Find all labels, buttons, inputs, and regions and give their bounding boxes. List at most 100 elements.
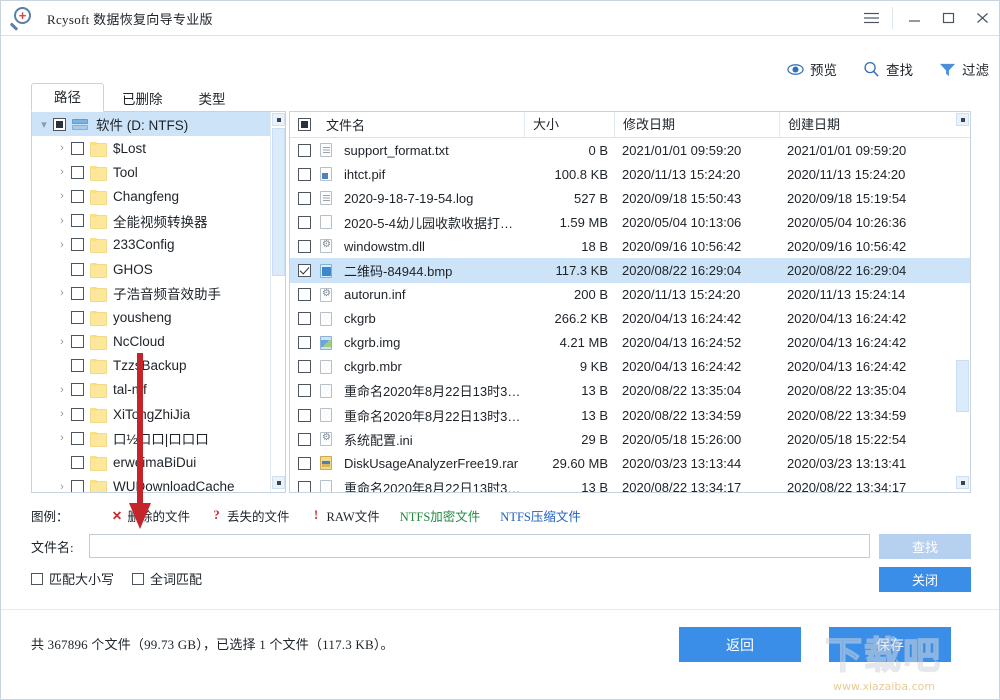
tree-item-checkbox[interactable] [71, 432, 84, 445]
tree-item[interactable]: ›yousheng [32, 305, 285, 329]
row-checkbox[interactable] [298, 409, 311, 422]
list-scroll-thumb[interactable] [956, 360, 969, 412]
tree-item-checkbox[interactable] [71, 287, 84, 300]
tab-deleted[interactable]: 已删除 [104, 86, 181, 112]
chevron-right-icon[interactable]: › [54, 334, 70, 350]
tab-path[interactable]: 路径 [31, 83, 104, 112]
tree-item[interactable]: ›TzzsBackup [32, 354, 285, 378]
column-header-modified[interactable]: 修改日期 [614, 112, 779, 138]
row-checkbox[interactable] [298, 384, 311, 397]
row-checkbox-cell[interactable] [290, 433, 318, 446]
tree-root-checkbox[interactable] [53, 118, 66, 131]
chevron-right-icon[interactable]: › [54, 406, 70, 422]
column-header-size[interactable]: 大小 [524, 112, 614, 138]
chevron-right-icon[interactable]: › [54, 164, 70, 180]
tree-scrollbar[interactable] [270, 112, 285, 492]
find-button[interactable]: 查找 [863, 59, 913, 79]
tree-root-item[interactable]: ▾ 软件 (D: NTFS) [32, 112, 285, 136]
tree-scroll-thumb[interactable] [272, 128, 285, 276]
tree-item-checkbox[interactable] [71, 456, 84, 469]
row-checkbox-cell[interactable] [290, 168, 318, 181]
tree-item-checkbox[interactable] [71, 480, 84, 493]
save-button[interactable]: 保存 [829, 627, 951, 662]
tree-item[interactable]: ›子浩音频音效助手 [32, 281, 285, 305]
tree-item-checkbox[interactable] [71, 190, 84, 203]
row-checkbox[interactable] [298, 216, 311, 229]
row-checkbox[interactable] [298, 433, 311, 446]
tree-item[interactable]: ›erweimaBiDui [32, 450, 285, 474]
table-row[interactable]: 重命名2020年8月22日13时35分4秒.xls13 B2020/08/22 … [290, 379, 970, 403]
chevron-right-icon[interactable]: › [54, 479, 70, 493]
row-checkbox[interactable] [298, 240, 311, 253]
tree-item[interactable]: ›全能视频转换器 [32, 209, 285, 233]
tree-item-checkbox[interactable] [71, 335, 84, 348]
list-scroll-up-button[interactable] [956, 113, 969, 126]
table-row[interactable]: 系统配置.ini29 B2020/05/18 15:26:002020/05/1… [290, 427, 970, 451]
filter-button[interactable]: 过滤 [939, 59, 989, 79]
row-checkbox-cell[interactable] [290, 240, 318, 253]
row-checkbox-cell[interactable] [290, 360, 318, 373]
row-checkbox[interactable] [298, 264, 311, 277]
column-header-created[interactable]: 创建日期 [779, 112, 954, 138]
row-checkbox[interactable] [298, 336, 311, 349]
table-row[interactable]: DiskUsageAnalyzerFree19.rar29.60 MB2020/… [290, 451, 970, 475]
tree-item-checkbox[interactable] [71, 263, 84, 276]
tree-item-checkbox[interactable] [71, 214, 84, 227]
row-checkbox-cell[interactable] [290, 481, 318, 492]
chevron-right-icon[interactable]: › [54, 430, 70, 446]
row-checkbox[interactable] [298, 312, 311, 325]
row-checkbox[interactable] [298, 192, 311, 205]
tree-item[interactable]: ›口½口口|口口口 [32, 426, 285, 450]
row-checkbox-cell[interactable] [290, 312, 318, 325]
file-list-scrollbar[interactable] [955, 112, 970, 492]
row-checkbox-cell[interactable] [290, 144, 318, 157]
table-row[interactable]: 二维码-84944.bmp117.3 KB2020/08/22 16:29:04… [290, 258, 970, 282]
whole-word-checkbox[interactable] [132, 573, 144, 585]
row-checkbox-cell[interactable] [290, 384, 318, 397]
tree-item[interactable]: ›233Config [32, 233, 285, 257]
tree-scroll-down-button[interactable] [272, 476, 285, 489]
table-row[interactable]: 重命名2020年8月22日13时34分17秒....13 B2020/08/22… [290, 475, 970, 492]
tree-item-checkbox[interactable] [71, 408, 84, 421]
tree-item[interactable]: ›WUDownloadCache [32, 475, 285, 493]
row-checkbox[interactable] [298, 457, 311, 470]
chevron-right-icon[interactable]: › [54, 237, 70, 253]
table-row[interactable]: 2020-9-18-7-19-54.log527 B2020/09/18 15:… [290, 186, 970, 210]
chevron-right-icon[interactable]: › [54, 188, 70, 204]
chevron-down-icon[interactable]: ▾ [36, 116, 52, 132]
row-checkbox-cell[interactable] [290, 288, 318, 301]
filename-input[interactable] [89, 534, 870, 558]
select-all-checkbox[interactable] [290, 118, 318, 131]
chevron-right-icon[interactable]: › [54, 285, 70, 301]
tree-item-checkbox[interactable] [71, 166, 84, 179]
close-icon[interactable] [965, 1, 999, 35]
tree-item[interactable]: ›NcCloud [32, 330, 285, 354]
tree-item[interactable]: ›Tool [32, 160, 285, 184]
table-row[interactable]: support_format.txt0 B2021/01/01 09:59:20… [290, 138, 970, 162]
whole-word-option[interactable]: 全词匹配 [132, 569, 202, 588]
tree-item[interactable]: ›$Lost [32, 136, 285, 160]
table-row[interactable]: 2020-5-4幼儿园收款收据打印软件数...1.59 MB2020/05/04… [290, 210, 970, 234]
row-checkbox[interactable] [298, 288, 311, 301]
preview-button[interactable]: 预览 [787, 59, 837, 79]
row-checkbox-cell[interactable] [290, 192, 318, 205]
table-row[interactable]: ckgrb266.2 KB2020/04/13 16:24:422020/04/… [290, 307, 970, 331]
table-row[interactable]: ckgrb.mbr9 KB2020/04/13 16:24:422020/04/… [290, 355, 970, 379]
row-checkbox-cell[interactable] [290, 216, 318, 229]
tree-item[interactable]: ›Changfeng [32, 184, 285, 208]
find-submit-button[interactable]: 查找 [879, 534, 971, 559]
row-checkbox-cell[interactable] [290, 264, 318, 277]
tree-item[interactable]: ›tal-mf [32, 378, 285, 402]
close-panel-button[interactable]: 关闭 [879, 567, 971, 592]
row-checkbox[interactable] [298, 360, 311, 373]
match-case-option[interactable]: 匹配大小写 [31, 569, 114, 588]
row-checkbox-cell[interactable] [290, 336, 318, 349]
tree-item-checkbox[interactable] [71, 311, 84, 324]
tree-item[interactable]: ›GHOS [32, 257, 285, 281]
chevron-right-icon[interactable]: › [54, 213, 70, 229]
back-button[interactable]: 返回 [679, 627, 801, 662]
tab-type[interactable]: 类型 [181, 86, 244, 112]
row-checkbox-cell[interactable] [290, 409, 318, 422]
hamburger-menu-icon[interactable] [854, 1, 888, 35]
tree-scroll-up-button[interactable] [272, 113, 285, 126]
